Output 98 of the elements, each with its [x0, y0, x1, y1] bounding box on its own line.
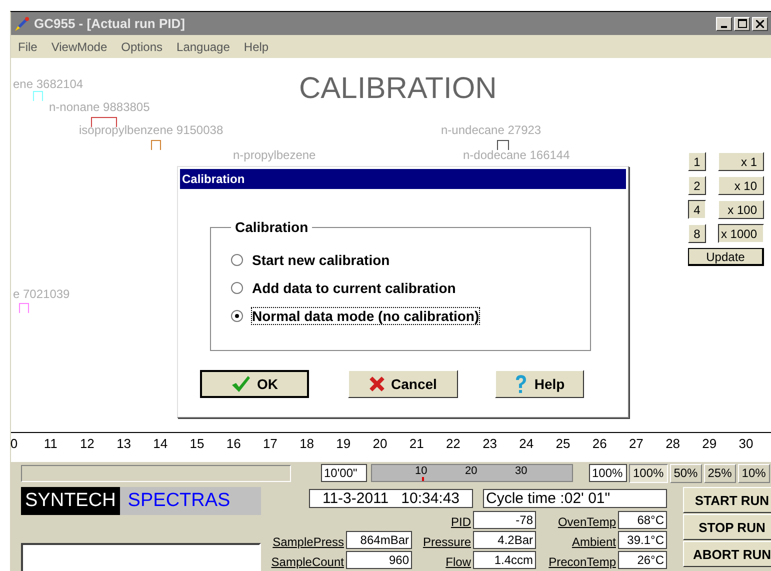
menu-item[interactable]: File: [11, 40, 44, 54]
zoom-button[interactable]: 100%: [629, 464, 668, 482]
radio-button[interactable]: [231, 254, 243, 266]
ok-button[interactable]: OK: [200, 370, 309, 398]
peak-label: n-nonane 9883805: [49, 100, 150, 114]
brand-logo: SYNTECH: [21, 487, 120, 515]
reading-label[interactable]: OvenTemp: [536, 515, 618, 529]
peak-label: e 7021039: [13, 287, 70, 301]
slider-tick-label: 10: [415, 465, 428, 477]
checkmark-icon: [231, 375, 251, 393]
close-icon: [756, 20, 764, 28]
scale-factor-button[interactable]: 4: [688, 200, 706, 219]
axis-label: 11: [44, 436, 58, 451]
cancel-button[interactable]: Cancel: [348, 370, 458, 398]
axis-label: 13: [116, 436, 132, 451]
datetime-field: 11-3-2011 10:34:43: [309, 489, 473, 508]
minimize-icon: [721, 26, 727, 28]
axis-label: 30: [738, 436, 754, 451]
axis-label: 22: [446, 436, 460, 451]
reading-label[interactable]: PreconTemp: [536, 555, 618, 569]
window-title: GC955 - [Actual run PID]: [34, 16, 186, 31]
reading-value: 68°C: [618, 511, 667, 529]
axis-label: 25: [556, 436, 570, 451]
help-button[interactable]: Help: [495, 370, 584, 398]
axis-label: 14: [153, 436, 168, 451]
run-button[interactable]: STOP RUN: [683, 514, 771, 540]
axis-label: 15: [190, 436, 204, 451]
axis-label: 16: [226, 436, 241, 451]
reading-value: 960: [346, 551, 412, 569]
group-label: Calibration: [231, 219, 312, 235]
axis-label: 24: [519, 436, 534, 451]
slider-tick-label: 20: [465, 465, 478, 477]
menu-item[interactable]: ViewMode: [44, 40, 114, 54]
scale-factor-button[interactable]: 2: [688, 176, 706, 195]
dialog-title: Calibration: [180, 169, 626, 189]
axis-label: 26: [592, 436, 607, 451]
axis-label: 0: [10, 436, 18, 451]
axis-label: 18: [300, 436, 314, 451]
run-button[interactable]: START RUN: [683, 487, 771, 513]
reading-value: 26°C: [618, 551, 667, 569]
close-button[interactable]: [752, 16, 768, 30]
reading-label[interactable]: Ambient: [536, 535, 618, 549]
run-button[interactable]: ABORT RUN: [683, 541, 771, 567]
reading-value: 39.1°C: [618, 531, 667, 549]
reading-value: 4.2Bar: [473, 531, 536, 549]
axis-label: 19: [336, 436, 351, 451]
zoom-button[interactable]: 10%: [738, 464, 770, 482]
peak-label: n-dodecane 166144: [463, 148, 570, 162]
radio-button[interactable]: [231, 282, 243, 294]
maximize-icon: [738, 19, 746, 28]
peak-label: n-propylbezene: [233, 148, 316, 162]
reading-label[interactable]: SampleCount: [263, 555, 346, 569]
axis-label: 12: [80, 436, 94, 451]
cross-icon: [369, 376, 386, 392]
mode-heading: CALIBRATION: [299, 72, 497, 106]
option-label[interactable]: Add data to current calibration: [251, 279, 457, 297]
multiplier-button[interactable]: x 100: [718, 200, 764, 219]
zoom-button[interactable]: 50%: [670, 464, 702, 482]
reading-value: 1.4ccm: [473, 551, 536, 569]
multiplier-button[interactable]: x 1: [718, 152, 764, 171]
reading-label[interactable]: SamplePress: [263, 535, 346, 549]
axis-label: 27: [628, 436, 644, 451]
multiplier-button[interactable]: x 1000: [718, 224, 764, 243]
slider-tick-label: 30: [515, 465, 528, 477]
option-label[interactable]: Start new calibration: [251, 251, 391, 269]
radio-button[interactable]: [231, 310, 243, 322]
time-slider[interactable]: 10 20 30: [371, 464, 573, 482]
zoom-field: 100%: [589, 464, 627, 482]
axis-label: 20: [372, 436, 388, 451]
menu-item[interactable]: Help: [236, 40, 276, 54]
multiplier-button[interactable]: x 10: [718, 176, 764, 195]
axis-label: 23: [482, 436, 498, 451]
brand-logo: SPECTRAS: [120, 487, 261, 515]
slider-marker[interactable]: [422, 477, 424, 481]
peak-label: isopropylbenzene 9150038: [79, 123, 224, 137]
menu-item[interactable]: Language: [170, 40, 237, 54]
reading-value: -78: [473, 511, 536, 529]
reading-label[interactable]: PID: [412, 515, 473, 529]
reading-label[interactable]: Flow: [412, 555, 473, 569]
scale-factor-button[interactable]: 1: [688, 152, 706, 171]
minimize-button[interactable]: [716, 16, 732, 30]
reading-label[interactable]: Pressure: [412, 535, 473, 549]
axis-label: 17: [262, 436, 278, 451]
scale-factor-button[interactable]: 8: [688, 224, 706, 243]
question-mark-icon: [514, 374, 528, 394]
menu-item[interactable]: Options: [114, 40, 170, 54]
duration-field: 10'00": [321, 464, 367, 482]
axis-label: 21: [409, 436, 424, 451]
reading-value: 864mBar: [346, 531, 412, 549]
cycle-time-field: Cycle time :02' 01": [483, 489, 667, 508]
option-label[interactable]: Normal data mode (no calibration): [251, 307, 480, 325]
zoom-button[interactable]: 25%: [704, 464, 736, 482]
axis-label: 29: [702, 436, 717, 451]
maximize-button[interactable]: [734, 16, 750, 30]
peak-label: ene 3682104: [13, 77, 84, 91]
axis-label: 28: [666, 436, 680, 451]
peak-label: n-undecane 27923: [441, 123, 542, 137]
update-button[interactable]: Update: [688, 248, 764, 266]
